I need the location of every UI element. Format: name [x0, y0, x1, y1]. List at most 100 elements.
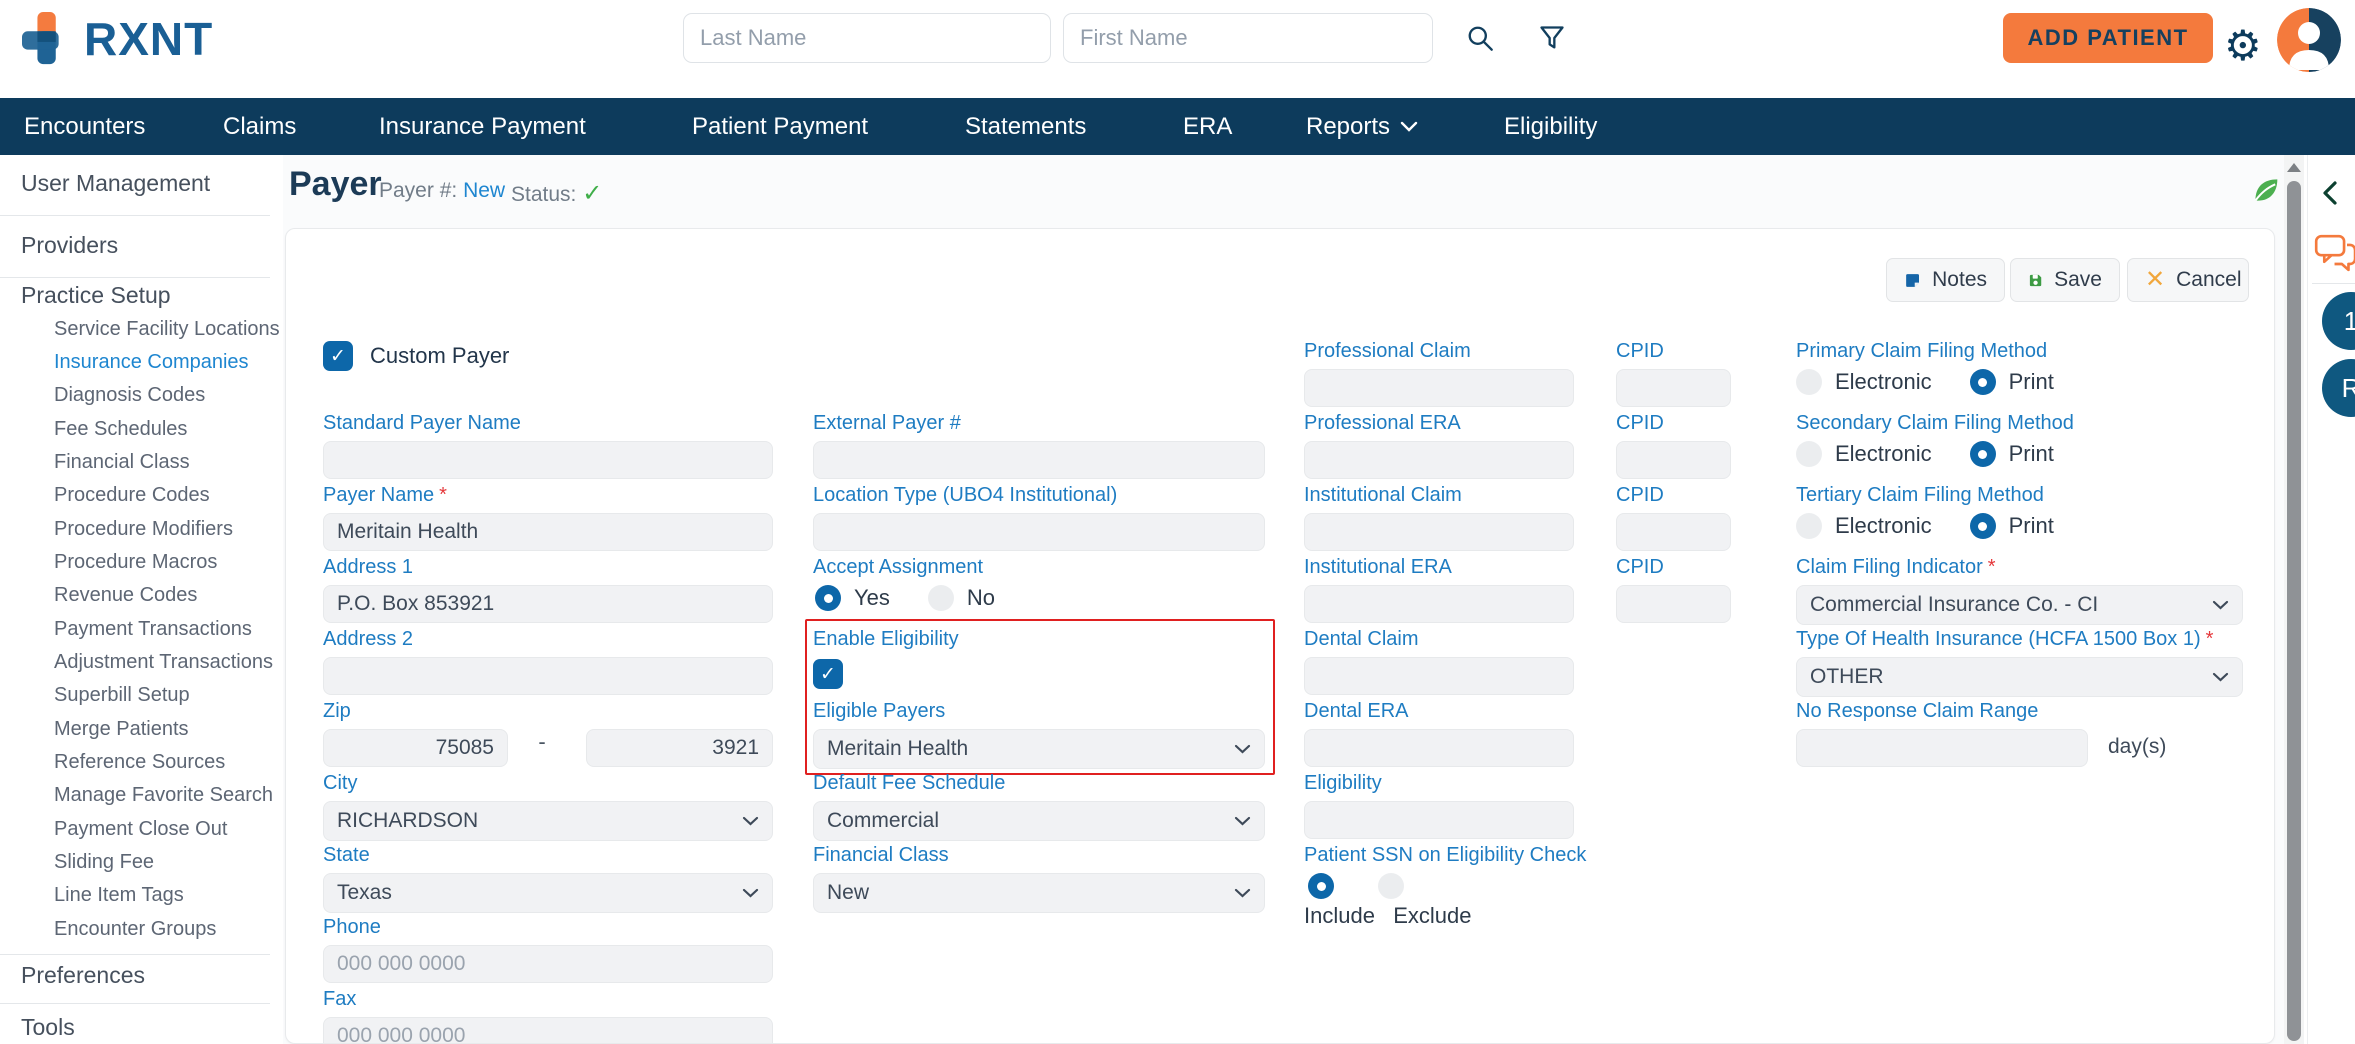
patient-ssn-exclude-radio[interactable] — [1378, 873, 1404, 899]
city-select[interactable]: RICHARDSON — [323, 801, 773, 841]
nav-encounters[interactable]: Encounters — [24, 98, 145, 155]
dental-claim-input[interactable] — [1304, 657, 1574, 695]
sidebar-item-financial-class[interactable]: Financial Class — [54, 451, 190, 474]
secondary-claim-filing-label: Secondary Claim Filing Method — [1796, 411, 2243, 435]
first-name-input[interactable] — [1063, 13, 1433, 63]
sidebar-item-providers[interactable]: Providers — [21, 232, 118, 259]
filter-icon[interactable] — [1538, 24, 1566, 57]
primary-electronic-radio[interactable] — [1796, 369, 1822, 395]
add-patient-button[interactable]: ADD PATIENT — [2003, 13, 2213, 63]
sidebar-item-diagnosis-codes[interactable]: Diagnosis Codes — [54, 384, 205, 407]
external-payer-input[interactable] — [813, 441, 1265, 479]
sidebar-section-practice-setup[interactable]: Practice Setup — [21, 282, 171, 309]
chat-icon[interactable] — [2314, 233, 2355, 278]
secondary-print-radio[interactable] — [1970, 441, 1996, 467]
sidebar-item-preferences[interactable]: Preferences — [21, 962, 145, 989]
accept-assignment-yes-radio[interactable] — [815, 585, 841, 611]
standard-payer-name-input[interactable] — [323, 441, 773, 479]
rxnt-logo[interactable]: RXNT — [22, 12, 213, 66]
sidebar-item-fee-schedules[interactable]: Fee Schedules — [54, 418, 187, 441]
location-type-field: Location Type (UBO4 Institutional) — [813, 483, 1265, 551]
fax-input[interactable] — [323, 1017, 773, 1044]
nav-reports[interactable]: Reports — [1306, 98, 1418, 155]
save-button[interactable]: Save — [2010, 258, 2120, 302]
institutional-era-cpid-input[interactable] — [1616, 585, 1731, 623]
enable-eligibility-checkbox[interactable]: ✓ — [813, 659, 843, 689]
zip5-input[interactable] — [323, 729, 508, 767]
sidebar-item-sliding-fee[interactable]: Sliding Fee — [54, 851, 154, 874]
scrollbar-up-arrow[interactable] — [2287, 163, 2301, 172]
location-type-input[interactable] — [813, 513, 1265, 551]
tertiary-print-radio[interactable] — [1970, 513, 1996, 539]
collapse-panel-icon[interactable] — [2320, 179, 2340, 212]
institutional-era-input[interactable] — [1304, 585, 1574, 623]
chevron-down-icon — [742, 816, 759, 826]
sidebar-item-revenue-codes[interactable]: Revenue Codes — [54, 584, 197, 607]
sidebar-item-procedure-modifiers[interactable]: Procedure Modifiers — [54, 518, 233, 541]
nav-era[interactable]: ERA — [1183, 98, 1232, 155]
professional-era-input[interactable] — [1304, 441, 1574, 479]
nav-patient-payment[interactable]: Patient Payment — [692, 98, 868, 155]
nav-insurance-payment[interactable]: Insurance Payment — [379, 98, 586, 155]
cancel-button-label: Cancel — [2176, 268, 2241, 292]
gear-icon[interactable]: ⚙ — [2224, 14, 2262, 78]
sidebar-item-insurance-companies[interactable]: Insurance Companies — [54, 351, 249, 374]
cpid-label: CPID — [1616, 483, 1731, 507]
sidebar-item-service-facility-locations[interactable]: Service Facility Locations — [54, 318, 280, 341]
sidebar-item-adjustment-transactions[interactable]: Adjustment Transactions — [54, 651, 273, 674]
sidebar-item-user-management[interactable]: User Management — [21, 170, 210, 197]
financial-class-select[interactable]: New — [813, 873, 1265, 913]
claim-filing-indicator-select[interactable]: Commercial Insurance Co. - CI — [1796, 585, 2243, 625]
default-fee-schedule-select[interactable]: Commercial — [813, 801, 1265, 841]
institutional-era-label: Institutional ERA — [1304, 555, 1574, 579]
nav-eligibility[interactable]: Eligibility — [1504, 98, 1597, 155]
sidebar-item-merge-patients[interactable]: Merge Patients — [54, 718, 189, 741]
payer-number-link[interactable]: New — [463, 179, 505, 202]
institutional-claim-cpid-input[interactable] — [1616, 513, 1731, 551]
payer-name-input[interactable] — [323, 513, 773, 551]
address-2-input[interactable] — [323, 657, 773, 695]
notification-badge-r[interactable]: R — [2322, 359, 2355, 417]
payer-name-label: Payer Name — [323, 484, 434, 506]
leaf-icon[interactable] — [2249, 173, 2283, 212]
sidebar-item-superbill-setup[interactable]: Superbill Setup — [54, 684, 190, 707]
address-1-input[interactable] — [323, 585, 773, 623]
scrollbar-thumb[interactable] — [2287, 181, 2301, 1041]
sidebar-item-procedure-codes[interactable]: Procedure Codes — [54, 484, 210, 507]
notification-badge-1[interactable]: 1 — [2322, 292, 2355, 350]
accept-assignment-no-radio[interactable] — [928, 585, 954, 611]
professional-era-cpid-input[interactable] — [1616, 441, 1731, 479]
institutional-claim-input[interactable] — [1304, 513, 1574, 551]
nav-statements[interactable]: Statements — [965, 98, 1086, 155]
notes-button[interactable]: Notes — [1886, 258, 2005, 302]
cancel-button[interactable]: ✕ Cancel — [2127, 258, 2249, 302]
zip4-input[interactable] — [586, 729, 773, 767]
avatar[interactable] — [2277, 8, 2341, 72]
primary-print-radio[interactable] — [1970, 369, 1996, 395]
sidebar-item-line-item-tags[interactable]: Line Item Tags — [54, 884, 184, 907]
sidebar-item-encounter-groups[interactable]: Encounter Groups — [54, 918, 216, 941]
eligibility-input[interactable] — [1304, 801, 1574, 839]
eligible-payers-select[interactable]: Meritain Health — [813, 729, 1265, 769]
nav-claims[interactable]: Claims — [223, 98, 296, 155]
sidebar-item-tools[interactable]: Tools — [21, 1014, 75, 1041]
type-of-health-insurance-select[interactable]: OTHER — [1796, 657, 2243, 697]
sidebar-item-payment-transactions[interactable]: Payment Transactions — [54, 618, 252, 641]
last-name-input[interactable] — [683, 13, 1051, 63]
professional-claim-input[interactable] — [1304, 369, 1574, 407]
custom-payer-checkbox[interactable]: ✓ — [323, 341, 353, 371]
phone-input[interactable] — [323, 945, 773, 983]
secondary-electronic-radio[interactable] — [1796, 441, 1822, 467]
search-icon[interactable] — [1466, 24, 1496, 59]
patient-ssn-include-radio[interactable] — [1308, 873, 1334, 899]
sidebar-item-procedure-macros[interactable]: Procedure Macros — [54, 551, 217, 574]
no-response-claim-range-input[interactable] — [1796, 729, 2088, 767]
dental-era-input[interactable] — [1304, 729, 1574, 767]
sidebar-item-manage-favorite-search[interactable]: Manage Favorite Search — [54, 784, 273, 807]
sidebar: User Management Providers Practice Setup… — [0, 155, 283, 1044]
state-select[interactable]: Texas — [323, 873, 773, 913]
professional-claim-cpid-input[interactable] — [1616, 369, 1731, 407]
sidebar-item-payment-close-out[interactable]: Payment Close Out — [54, 818, 227, 841]
sidebar-item-reference-sources[interactable]: Reference Sources — [54, 751, 225, 774]
tertiary-electronic-radio[interactable] — [1796, 513, 1822, 539]
